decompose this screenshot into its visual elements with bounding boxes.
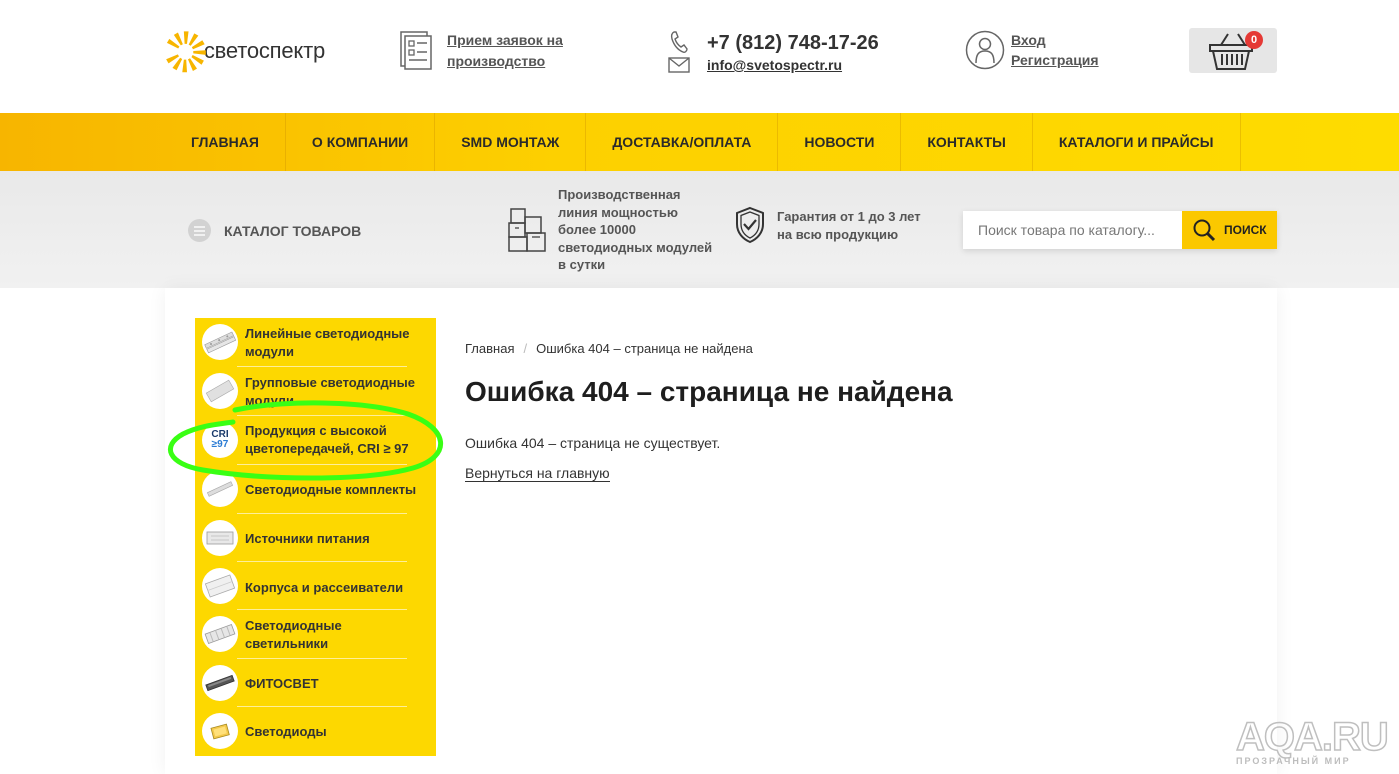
catalog-sidebar: Линейные светодиодные модули Групповые с… <box>195 318 436 756</box>
nav-item-home[interactable]: ГЛАВНАЯ <box>165 113 286 171</box>
nav-item-smd[interactable]: SMD МОНТАЖ <box>435 113 587 171</box>
catalog-toggle[interactable]: КАТАЛОГ ТОВАРОВ <box>188 219 361 242</box>
nav-item-news[interactable]: НОВОСТИ <box>778 113 902 171</box>
sidebar-item-label: модули <box>245 343 294 359</box>
login-link[interactable]: Вход <box>1011 30 1099 50</box>
email-link[interactable]: info@svetospectr.ru <box>707 56 879 74</box>
user-block: Вход Регистрация <box>965 30 1099 70</box>
watermark: AQA.RU ПРОЗРАЧНЫЙ МИР <box>1235 715 1392 770</box>
breadcrumb-current: Ошибка 404 – страница не найдена <box>536 341 753 356</box>
breadcrumb-separator: / <box>523 341 528 356</box>
nav-item-catalogs[interactable]: КАТАЛОГИ И ПРАЙСЫ <box>1033 113 1241 171</box>
search-bar: ПОИСК <box>963 211 1277 249</box>
sidebar-item-label: ФИТОСВЕТ <box>245 676 319 691</box>
feature-guarantee-line2: на всю продукцию <box>777 226 899 242</box>
phytolight-icon <box>202 665 238 701</box>
site-header: светоспектр Прием заявок на производство <box>0 0 1399 113</box>
search-button-label: ПОИСК <box>1224 223 1267 237</box>
sidebar-item-label: Линейные светодиодные <box>245 326 410 341</box>
led-chip-icon <box>202 713 238 749</box>
luminaire-icon <box>202 616 238 652</box>
power-supply-icon <box>202 520 238 556</box>
sidebar-item-luminaires[interactable]: Светодиодные светильники <box>195 610 436 659</box>
page-title: Ошибка 404 – страница не найдена <box>465 376 953 407</box>
shield-check-icon <box>736 206 764 244</box>
feature-production-line1: Производственная <box>558 187 681 202</box>
register-link[interactable]: Регистрация <box>1011 50 1099 70</box>
sidebar-item-label: Корпуса и рассеиватели <box>245 580 404 595</box>
search-icon <box>1193 219 1216 242</box>
sidebar-item-power-supplies[interactable]: Источники питания <box>195 514 436 563</box>
orders-block: Прием заявок на производство <box>400 30 563 72</box>
sidebar-item-label: светильники <box>245 635 329 651</box>
breadcrumb: Главная / Ошибка 404 – страница не найде… <box>465 341 753 356</box>
sidebar-item-label: Источники питания <box>245 531 370 546</box>
search-button[interactable]: ПОИСК <box>1182 211 1277 249</box>
highlight-annotation <box>168 400 444 481</box>
orders-link-line2[interactable]: производство <box>447 51 563 72</box>
watermark-tagline: ПРОЗРАЧНЫЙ МИР <box>1236 756 1351 766</box>
error-message: Ошибка 404 – страница не существует. <box>465 435 721 451</box>
back-home-link[interactable]: Вернуться на главную <box>465 465 610 482</box>
sidebar-item-leds[interactable]: Светодиоды <box>195 707 436 756</box>
mail-icon <box>668 57 690 73</box>
phone-icon <box>670 31 688 53</box>
logo-text: светоспектр <box>203 38 325 63</box>
nav-item-about[interactable]: О КОМПАНИИ <box>286 113 436 171</box>
orders-link-line1[interactable]: Прием заявок на <box>447 30 563 51</box>
search-input[interactable] <box>963 211 1182 249</box>
phone-number[interactable]: +7 (812) 748-17-26 <box>707 30 879 56</box>
contact-block: +7 (812) 748-17-26 info@svetospectr.ru <box>667 30 879 74</box>
orders-link[interactable]: Прием заявок на производство <box>447 30 563 72</box>
site-logo[interactable]: светоспектр <box>165 23 325 79</box>
feature-production-line2: линия мощностью <box>558 204 678 220</box>
feature-production-line5: в сутки <box>558 257 606 272</box>
feature-production: Производственная линия мощностью более 1… <box>507 186 712 274</box>
nav-item-delivery[interactable]: ДОСТАВКА/ОПЛАТА <box>586 113 779 171</box>
menu-icon <box>188 219 211 242</box>
sun-logo-icon <box>166 31 206 73</box>
catalog-label: КАТАЛОГ ТОВАРОВ <box>224 222 362 239</box>
cart-button[interactable]: 0 <box>1189 28 1277 73</box>
user-avatar-icon <box>965 30 1005 70</box>
feature-guarantee-line1: Гарантия от 1 до 3 лет <box>777 209 921 224</box>
document-list-icon <box>400 31 432 70</box>
sidebar-item-label: Светодиодные <box>245 618 342 633</box>
feature-guarantee: Гарантия от 1 до 3 лет на всю продукцию <box>734 206 921 244</box>
cart-count-badge: 0 <box>1245 31 1263 49</box>
sidebar-item-housings[interactable]: Корпуса и рассеиватели <box>195 562 436 611</box>
sidebar-item-linear-modules[interactable]: Линейные светодиодные модули <box>195 318 436 367</box>
housing-icon <box>202 568 238 604</box>
linear-module-icon <box>202 324 238 360</box>
sidebar-item-label: Групповые светодиодные <box>245 375 415 390</box>
nav-item-contacts[interactable]: КОНТАКТЫ <box>901 113 1033 171</box>
main-nav: ГЛАВНАЯ О КОМПАНИИ SMD МОНТАЖ ДОСТАВКА/О… <box>0 113 1399 171</box>
feature-production-line4: светодиодных модулей <box>558 239 713 255</box>
sidebar-item-phytolight[interactable]: ФИТОСВЕТ <box>195 659 436 708</box>
feature-production-line3: более 10000 <box>558 222 636 237</box>
sidebar-item-label: Светодиоды <box>245 724 327 739</box>
boxes-icon <box>508 208 546 252</box>
watermark-logo: AQA.RU <box>1235 715 1389 759</box>
breadcrumb-home[interactable]: Главная <box>465 341 514 356</box>
